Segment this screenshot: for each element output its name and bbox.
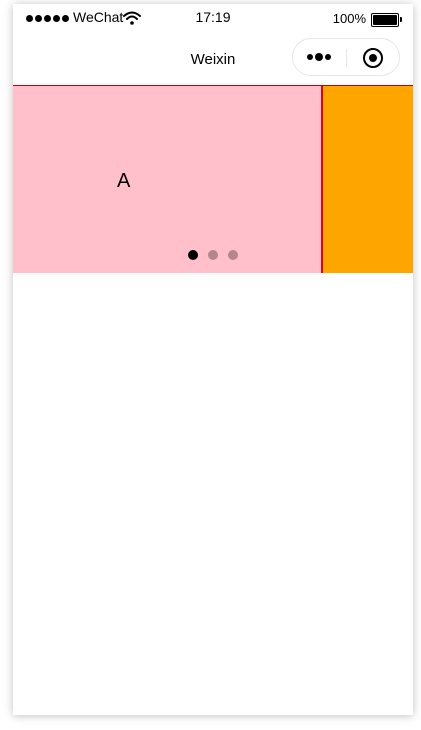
swiper[interactable]: A bbox=[13, 85, 413, 273]
swiper-slide-b[interactable] bbox=[323, 86, 413, 273]
menu-capsule bbox=[292, 38, 400, 76]
capsule-divider bbox=[346, 49, 347, 67]
swiper-slide-a[interactable]: A bbox=[13, 86, 323, 273]
indicator-dot[interactable] bbox=[228, 250, 238, 260]
phone-frame: WeChat 17:19 100% Weixin A bbox=[13, 4, 413, 715]
status-bar: WeChat 17:19 100% bbox=[13, 4, 413, 34]
navigation-bar: Weixin bbox=[13, 34, 413, 86]
battery-percentage: 100% bbox=[332, 11, 366, 26]
indicator-dot[interactable] bbox=[208, 250, 218, 260]
indicator-dot[interactable] bbox=[188, 250, 198, 260]
target-close-icon[interactable] bbox=[363, 48, 383, 68]
slide-label: A bbox=[117, 170, 131, 192]
battery-icon bbox=[371, 13, 402, 27]
swiper-indicator bbox=[188, 250, 238, 260]
more-dots-icon[interactable] bbox=[307, 53, 331, 61]
